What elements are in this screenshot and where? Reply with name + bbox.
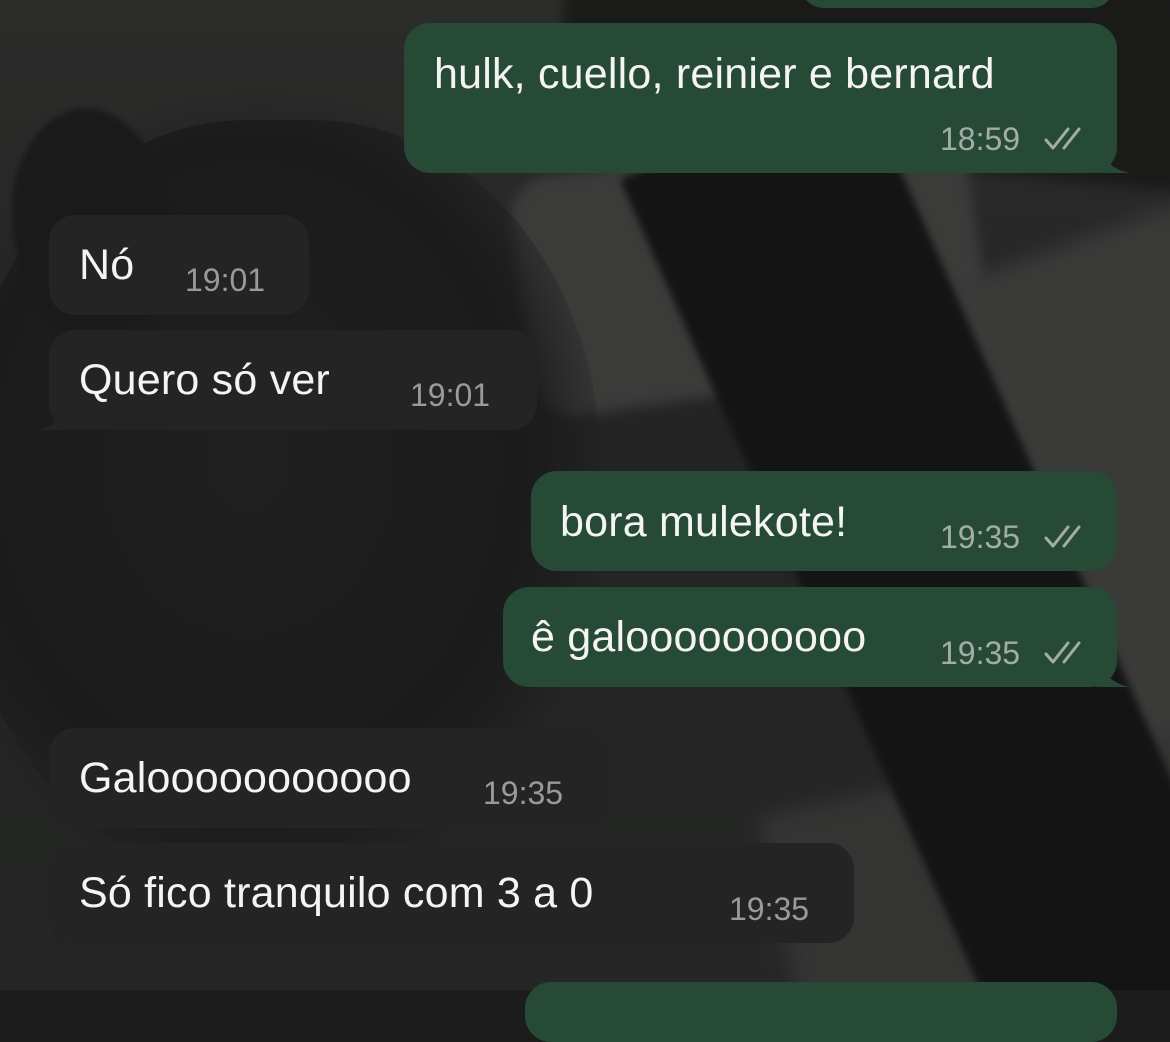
message-text: ê galoooooooooo [531, 613, 867, 661]
message-time: 19:35 [483, 775, 564, 811]
double-check-icon [1044, 127, 1081, 150]
message-text: bora mulekote! [560, 498, 848, 546]
message-bubble-partial[interactable] [525, 982, 1117, 1042]
bubble-tail [35, 909, 69, 943]
outgoing-message-bubble[interactable]: bora mulekote! 19:35 [531, 471, 1117, 571]
message-text: Quero só ver [79, 356, 330, 404]
message-text: Só fico tranquilo com 3 a 0 [79, 869, 594, 917]
message-time: 19:35 [940, 519, 1021, 555]
double-check-icon [1044, 525, 1081, 548]
incoming-message-bubble[interactable]: Nó 19:01 [49, 215, 309, 315]
message-text: hulk, cuello, reinier e bernard [434, 50, 995, 98]
message-time: 19:01 [185, 262, 266, 298]
bubble-tail [35, 396, 69, 430]
message-time: 19:01 [410, 377, 491, 413]
message-time: 18:59 [940, 121, 1021, 157]
message-text: Galooooooooooo [79, 754, 412, 802]
outgoing-message-bubble[interactable]: ê galoooooooooo 19:35 [503, 587, 1131, 687]
bubble-tail [1097, 139, 1131, 173]
message-text: Nó [79, 241, 135, 289]
message-list[interactable]: hulk, cuello, reinier e bernard 18:59 Nó… [0, 0, 1170, 1042]
outgoing-message-bubble[interactable]: hulk, cuello, reinier e bernard 18:59 [404, 23, 1131, 173]
message-bubble-partial[interactable] [800, 0, 1115, 8]
message-time: 19:35 [940, 635, 1021, 671]
double-check-icon [1044, 641, 1081, 664]
incoming-message-bubble[interactable]: Galooooooooooo 19:35 [49, 728, 609, 828]
message-time: 19:35 [729, 891, 810, 927]
incoming-message-bubble[interactable]: Só fico tranquilo com 3 a 0 19:35 [35, 843, 854, 943]
incoming-message-bubble[interactable]: Quero só ver 19:01 [35, 330, 537, 430]
bubble-tail [1097, 653, 1131, 687]
